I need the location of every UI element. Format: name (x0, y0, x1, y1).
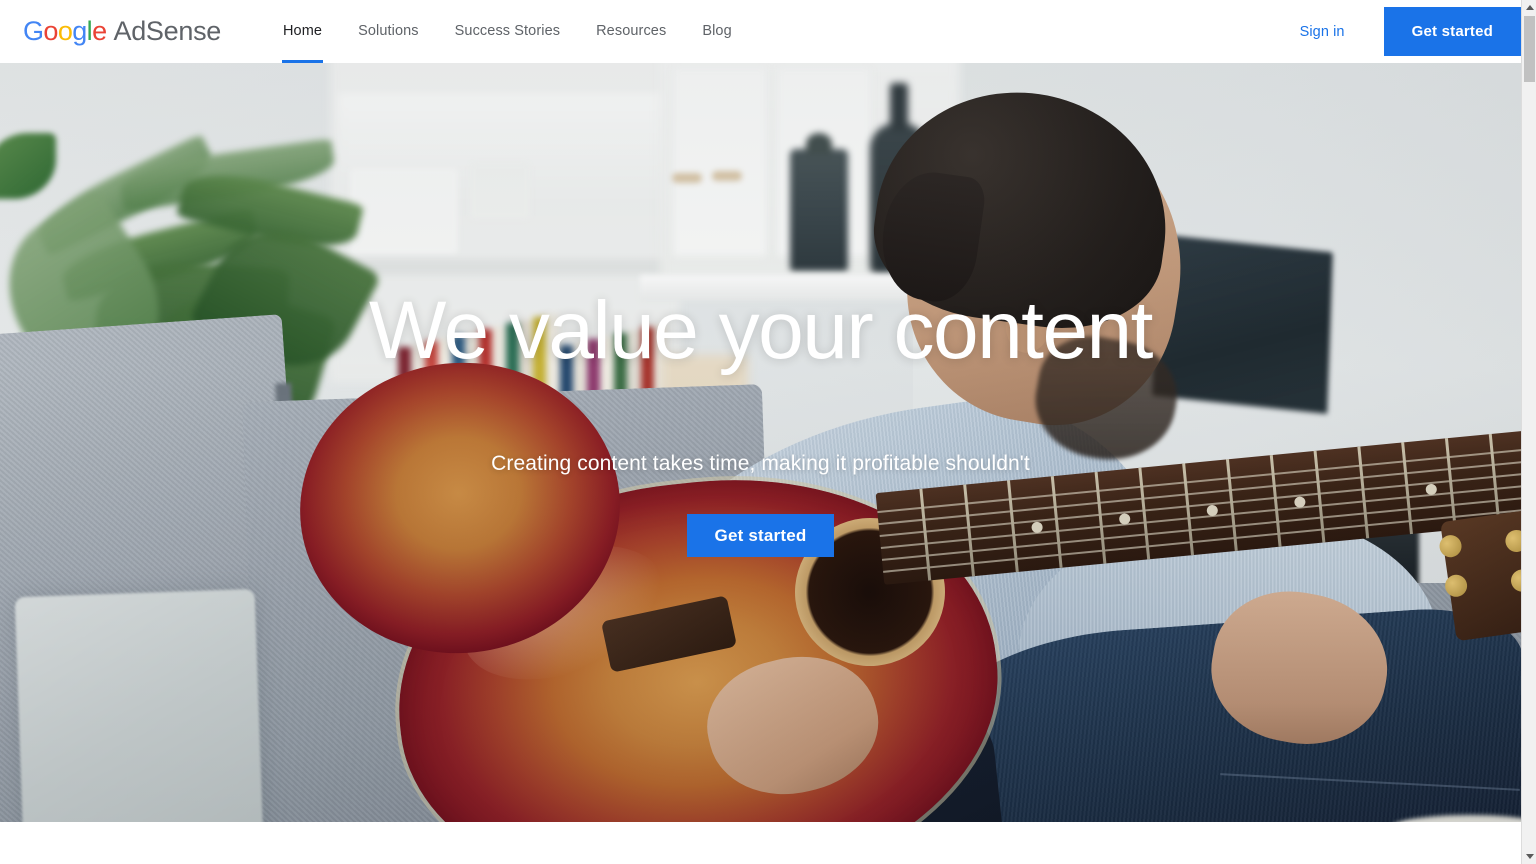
sign-in-link[interactable]: Sign in (1286, 14, 1359, 50)
nav-item-success-stories[interactable]: Success Stories (437, 0, 578, 63)
cabinet-knob-right (712, 171, 742, 181)
page-body-below-hero (0, 822, 1521, 864)
main-navigation: Home Solutions Success Stories Resources… (265, 0, 750, 63)
product-name-label: AdSense (113, 16, 222, 46)
laptop-lid (14, 588, 266, 822)
site-header: Google AdSense Home Solutions Success St… (0, 0, 1521, 63)
header-actions: Sign in Get started (1286, 0, 1521, 63)
header-get-started-button[interactable]: Get started (1383, 7, 1521, 56)
guitar-tuner-4 (1509, 568, 1521, 593)
vertical-scrollbar[interactable] (1521, 0, 1536, 864)
browser-viewport: Google AdSense Home Solutions Success St… (0, 0, 1536, 864)
adsense-logo[interactable]: Google AdSense (23, 16, 221, 47)
nav-item-home[interactable]: Home (265, 0, 340, 63)
nav-item-blog[interactable]: Blog (684, 0, 749, 63)
scrollbar-thumb[interactable] (1524, 16, 1535, 82)
hero-get-started-button[interactable]: Get started (686, 514, 835, 557)
shelf-storage-box-a (350, 168, 458, 254)
hero-background-photo (0, 63, 1521, 822)
hero-cta-row: Get started (0, 514, 1521, 557)
cabinet-knob-left (672, 173, 702, 183)
google-wordmark: Google (23, 16, 107, 46)
nav-item-solutions[interactable]: Solutions (340, 0, 437, 63)
nav-item-resources[interactable]: Resources (578, 0, 684, 63)
scroll-down-arrow-icon[interactable] (1522, 849, 1536, 864)
scroll-up-arrow-icon[interactable] (1522, 0, 1536, 15)
hero-section: We value your content Creating content t… (0, 63, 1521, 822)
shelf-storage-box-b (470, 163, 530, 219)
